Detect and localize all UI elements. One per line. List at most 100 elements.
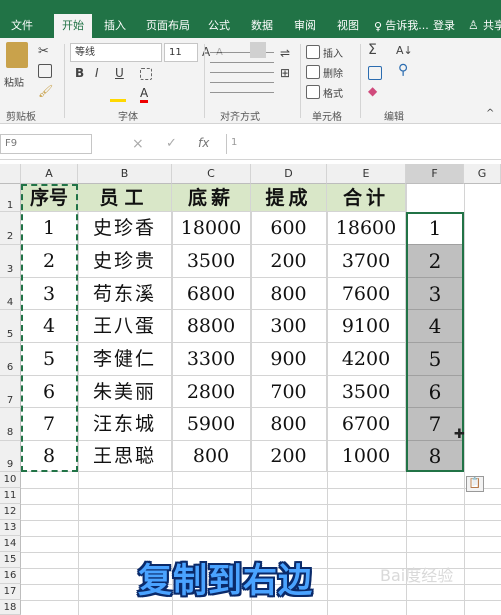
insert-function-icon[interactable]: fx (198, 136, 209, 150)
cell-base-salary[interactable]: 800 (172, 441, 251, 472)
delete-button[interactable]: 删除 (323, 65, 343, 80)
row-header-13[interactable]: 13 (0, 520, 21, 536)
bold-button[interactable]: B (75, 66, 84, 80)
row-header-11[interactable]: 11 (0, 488, 21, 504)
cell-employee[interactable]: 史珍贵 (78, 245, 172, 278)
font-size-select[interactable]: 11 (164, 43, 198, 62)
italic-button[interactable]: I (95, 66, 99, 80)
cell-total[interactable]: 6700 (327, 408, 406, 441)
cell-total[interactable]: 7600 (327, 278, 406, 310)
cell-index[interactable]: 3 (21, 278, 78, 310)
row-header-9[interactable]: 9 (0, 441, 21, 472)
column-header-b[interactable]: B (78, 164, 172, 184)
delete-cells-icon[interactable] (306, 65, 320, 79)
collapse-ribbon-icon[interactable]: ^ (486, 108, 494, 119)
cell-commission[interactable]: 900 (251, 343, 327, 376)
header-cell-base-salary[interactable]: 底薪 (172, 184, 251, 212)
cell-employee[interactable]: 李健仁 (78, 343, 172, 376)
row-header-1[interactable]: 1 (0, 184, 21, 212)
cell-commission[interactable]: 200 (251, 441, 327, 472)
cell-base-salary[interactable]: 2800 (172, 376, 251, 408)
tell-me-search[interactable]: 告诉我... (384, 14, 430, 38)
cell-total[interactable]: 4200 (327, 343, 406, 376)
underline-button[interactable]: U (115, 66, 124, 80)
cell-index[interactable]: 8 (21, 441, 78, 472)
cell-employee[interactable]: 苟东溪 (78, 278, 172, 310)
cell-total[interactable]: 1000 (327, 441, 406, 472)
sort-filter-icon[interactable]: A↓ (396, 44, 413, 57)
font-name-select[interactable]: 等线 (70, 43, 162, 62)
row-header-2[interactable]: 2 (0, 212, 21, 245)
column-header-g[interactable]: G (464, 164, 501, 184)
row-header-7[interactable]: 7 (0, 376, 21, 408)
row-header-16[interactable]: 16 (0, 568, 21, 584)
tab-home[interactable]: 开始 (54, 14, 92, 38)
cell-total[interactable]: 3700 (327, 245, 406, 278)
cell-commission[interactable]: 700 (251, 376, 327, 408)
row-header-15[interactable]: 15 (0, 552, 21, 568)
column-header-d[interactable]: D (251, 164, 327, 184)
paste-label[interactable]: 粘贴 (4, 74, 24, 89)
borders-icon[interactable] (140, 68, 152, 80)
column-header-a[interactable]: A (21, 164, 78, 184)
share-button[interactable]: 共享 (482, 14, 501, 38)
merge-center-icon[interactable]: ⊞ (280, 66, 290, 80)
cell-pasted-index[interactable]: 3 (407, 278, 463, 310)
fill-color-icon[interactable] (110, 88, 126, 102)
header-cell-index[interactable]: 序号 (21, 184, 78, 212)
cut-icon[interactable]: ✂ (38, 44, 49, 59)
cell-pasted-index[interactable]: 5 (407, 343, 463, 376)
cell-pasted-index[interactable]: 6 (407, 376, 463, 408)
select-all-corner[interactable] (0, 164, 21, 184)
clear-icon[interactable]: ◆ (368, 84, 377, 98)
align-middle-icon[interactable] (250, 42, 266, 58)
cell-commission[interactable]: 600 (251, 212, 327, 245)
login-link[interactable]: 登录 (430, 14, 458, 38)
format-button[interactable]: 格式 (323, 85, 343, 100)
row-header-8[interactable]: 8 (0, 408, 21, 441)
tab-view[interactable]: 视图 (328, 14, 368, 38)
cell-pasted-index[interactable]: 1 (407, 212, 463, 245)
row-header-12[interactable]: 12 (0, 504, 21, 520)
column-header-f[interactable]: F (406, 164, 464, 184)
insert-button[interactable]: 插入 (323, 45, 343, 60)
paste-options-icon[interactable]: 📋 (466, 476, 484, 492)
cancel-icon[interactable]: × (132, 136, 144, 152)
copy-icon[interactable] (38, 64, 52, 78)
cell-employee[interactable]: 汪东城 (78, 408, 172, 441)
cell-total[interactable]: 18600 (327, 212, 406, 245)
enter-icon[interactable]: ✓ (166, 136, 177, 151)
row-header-10[interactable]: 10 (0, 472, 21, 488)
cell-pasted-index[interactable]: 4 (407, 310, 463, 343)
cell-base-salary[interactable]: 6800 (172, 278, 251, 310)
cell-commission[interactable]: 200 (251, 245, 327, 278)
row-header-6[interactable]: 6 (0, 343, 21, 376)
insert-cells-icon[interactable] (306, 45, 320, 59)
find-select-icon[interactable]: ⚲ (398, 62, 408, 78)
tab-page-layout[interactable]: 页面布局 (138, 14, 198, 38)
cell-index[interactable]: 7 (21, 408, 78, 441)
cell-index[interactable]: 1 (21, 212, 78, 245)
cell-employee[interactable]: 史珍香 (78, 212, 172, 245)
cell-pasted-index[interactable]: 2 (407, 245, 463, 278)
header-cell-total[interactable]: 合计 (327, 184, 406, 212)
wrap-text-icon[interactable]: ⇌ (280, 46, 290, 60)
cell-index[interactable]: 4 (21, 310, 78, 343)
cell-total[interactable]: 3500 (327, 376, 406, 408)
row-header-18[interactable]: 18 (0, 600, 21, 615)
paste-icon[interactable] (6, 42, 28, 68)
cell-commission[interactable]: 800 (251, 408, 327, 441)
formula-input[interactable]: 1 (226, 134, 501, 154)
cell-employee[interactable]: 朱美丽 (78, 376, 172, 408)
cell-base-salary[interactable]: 3500 (172, 245, 251, 278)
cell-base-salary[interactable]: 18000 (172, 212, 251, 245)
row-header-5[interactable]: 5 (0, 310, 21, 343)
cell-total[interactable]: 9100 (327, 310, 406, 343)
format-painter-icon[interactable]: 🖌 (38, 84, 53, 98)
cell-commission[interactable]: 300 (251, 310, 327, 343)
format-cells-icon[interactable] (306, 85, 320, 99)
cell-index[interactable]: 6 (21, 376, 78, 408)
cell-commission[interactable]: 800 (251, 278, 327, 310)
header-cell-commission[interactable]: 提成 (251, 184, 327, 212)
cell-employee[interactable]: 王八蛋 (78, 310, 172, 343)
